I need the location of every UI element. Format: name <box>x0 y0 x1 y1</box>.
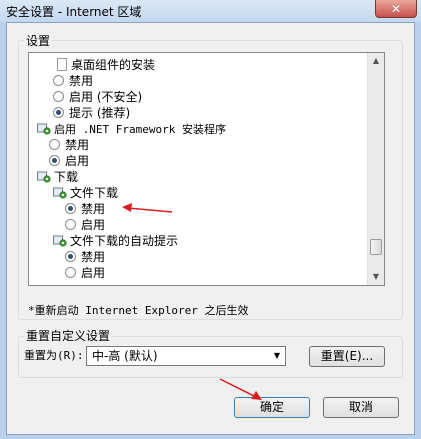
radio-unchecked-icon <box>65 219 76 230</box>
radio-unchecked-icon <box>53 75 64 86</box>
close-icon: ✕ <box>390 2 402 16</box>
radio-checked-icon <box>65 203 76 214</box>
setting-heading: 下载 <box>37 169 78 185</box>
settings-gear-icon <box>53 187 67 199</box>
setting-label: 提示 (推荐) <box>69 106 131 120</box>
cancel-button[interactable]: 取消 <box>323 397 399 418</box>
radio-option[interactable]: 禁用 <box>49 137 89 153</box>
radio-unchecked-icon <box>53 91 64 102</box>
radio-option[interactable]: 启用 <box>65 265 105 281</box>
radio-option[interactable]: 提示 (推荐) <box>53 105 130 121</box>
settings-list[interactable]: 桌面组件的安装 禁用 启用 (不安全) 提示 (推荐) 启用 .NET Framewor… <box>28 52 385 286</box>
radio-checked-icon <box>53 107 64 118</box>
scroll-down-arrow[interactable]: ▼ <box>369 269 383 285</box>
setting-label: 禁用 <box>69 74 94 88</box>
settings-scrollbar[interactable]: ▲ ▼ <box>367 53 384 285</box>
radio-option[interactable]: 禁用 <box>65 201 105 217</box>
setting-heading: 启用 .NET Framework 安装程序 <box>37 121 226 137</box>
radio-option[interactable]: 启用 <box>49 153 89 169</box>
radio-unchecked-icon <box>49 139 60 150</box>
setting-label: 禁用 <box>65 138 90 152</box>
radio-option[interactable]: 启用 <box>65 217 105 233</box>
setting-label: 禁用 <box>81 202 106 216</box>
reset-level-value: 中-高 (默认) <box>92 349 158 363</box>
settings-gear-icon <box>37 123 51 135</box>
radio-unchecked-icon <box>65 267 76 278</box>
reset-to-label: 重置为(R): <box>24 349 84 362</box>
setting-label: 启用 (不安全) <box>69 90 143 104</box>
settings-group-label: 设置 <box>24 32 53 49</box>
reset-level-select[interactable]: 中-高 (默认) ▼ <box>86 346 286 366</box>
window-title: 安全设置 - Internet 区域 <box>6 5 142 19</box>
setting-label: 桌面组件的安装 <box>71 58 156 72</box>
reset-group-label: 重置自定义设置 <box>24 327 113 344</box>
radio-checked-icon <box>65 251 76 262</box>
setting-label: 启用 <box>81 218 106 232</box>
restart-footnote: *重新启动 Internet Explorer 之后生效 <box>28 304 249 317</box>
settings-gear-icon <box>53 235 67 247</box>
setting-label: 文件下载的自动提示 <box>70 234 179 248</box>
setting-label: 启用 .NET Framework 安装程序 <box>54 123 226 136</box>
radio-option[interactable]: 禁用 <box>65 249 105 265</box>
setting-label: 启用 <box>65 154 90 168</box>
setting-label: 下载 <box>54 170 79 184</box>
settings-gear-icon <box>37 171 51 183</box>
setting-label: 启用 <box>81 266 106 280</box>
setting-heading: 桌面组件的安装 <box>57 57 155 73</box>
close-button[interactable]: ✕ <box>375 0 417 18</box>
setting-heading: 文件下载 <box>53 185 118 201</box>
radio-checked-icon <box>49 155 60 166</box>
reset-button[interactable]: 重置(E)... <box>309 346 385 367</box>
radio-option[interactable]: 禁用 <box>53 73 93 89</box>
scroll-up-arrow[interactable]: ▲ <box>369 53 383 69</box>
ok-button[interactable]: 确定 <box>234 397 310 418</box>
document-icon <box>57 58 67 71</box>
chevron-down-icon: ▼ <box>273 351 280 360</box>
title-bar[interactable]: 安全设置 - Internet 区域 ✕ <box>0 0 421 22</box>
scroll-thumb[interactable] <box>370 239 382 255</box>
setting-heading: 文件下载的自动提示 <box>53 233 178 249</box>
radio-option[interactable]: 启用 (不安全) <box>53 89 142 105</box>
setting-label: 禁用 <box>81 250 106 264</box>
setting-label: 文件下载 <box>70 186 119 200</box>
